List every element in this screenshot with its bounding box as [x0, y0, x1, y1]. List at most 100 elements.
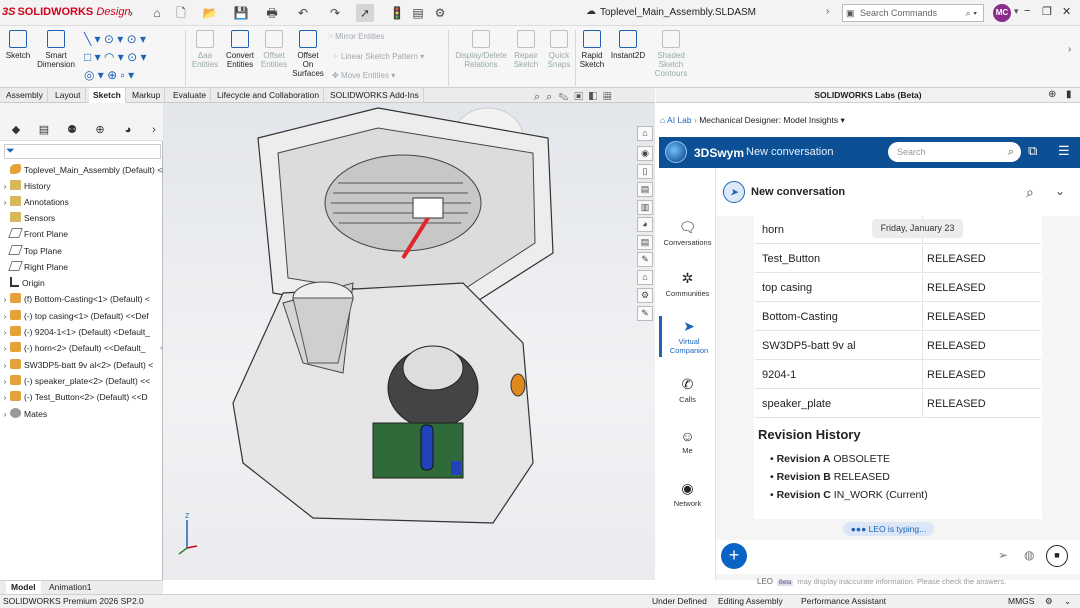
expand-chevron-icon[interactable]: › — [826, 6, 829, 17]
avatar-dropdown-icon[interactable]: ▾ — [1014, 6, 1019, 17]
tree-item-9204-1[interactable]: › (-) 9204-1<1> (Default) <Default_ — [0, 324, 163, 340]
search-commands-input[interactable]: ▣ Search Commands ⌕ ▾ — [842, 4, 984, 22]
hamburger-menu-icon[interactable]: ☰ — [1058, 143, 1070, 159]
feature-filter-input[interactable]: ⏷ — [4, 144, 161, 159]
panel-menu-icon[interactable]: ▮ — [1066, 89, 1072, 100]
file-properties-icon[interactable]: ▤ — [409, 4, 427, 22]
configuration-manager-tab-icon[interactable]: ⚉ — [64, 123, 80, 137]
tab-animation1[interactable]: Animation1 — [44, 581, 97, 594]
nav-virtual-companion[interactable]: ➤ Virtual Companion — [659, 316, 716, 357]
rebuild-icon[interactable]: 🚦 — [388, 4, 406, 22]
add-attachment-button[interactable]: + — [721, 543, 747, 569]
task-pane-design-library-icon[interactable]: ▤ — [637, 182, 653, 197]
previous-view-icon[interactable]: ✎ — [558, 91, 574, 103]
smart-dimension-button[interactable]: Smart Dimension — [36, 30, 76, 69]
task-pane-view-palette-icon[interactable]: ⌂ — [637, 270, 653, 285]
section-view-icon[interactable]: ▣ — [574, 91, 588, 103]
breadcrumb-model-insights[interactable]: Mechanical Designer: Model Insights — [699, 115, 838, 125]
tree-item-sensors[interactable]: Sensors — [0, 210, 163, 226]
instant2d-button[interactable]: Instant2D — [609, 30, 647, 60]
tab-layout[interactable]: Layout — [51, 88, 86, 103]
nav-network[interactable]: ◉ Network — [659, 480, 716, 508]
search-icon[interactable]: ⌕ — [1008, 142, 1014, 162]
display-manager-tab-icon[interactable]: ◕ — [120, 123, 136, 137]
menu-expand-icon[interactable]: › — [122, 4, 140, 22]
tab-lifecycle[interactable]: Lifecycle and Collaboration — [213, 88, 325, 103]
solidworks-logo[interactable]: 3S SOLIDWORKS Design — [2, 6, 131, 18]
ribbon-expand-icon[interactable]: › — [1068, 44, 1071, 55]
task-pane-home-icon[interactable]: ⌂ — [637, 126, 653, 141]
task-pane-forum-icon[interactable]: ✎ — [637, 252, 653, 267]
zoom-fit-icon[interactable]: ⌕ — [534, 91, 546, 103]
tree-item-test-button[interactable]: › (-) Test_Button<2> (Default) <<D — [0, 389, 163, 405]
breadcrumb-dropdown-icon[interactable]: ▾ — [841, 115, 845, 125]
globe-icon[interactable]: ◍ — [1024, 548, 1034, 562]
move-entities-button[interactable]: ✥ Move Entities ▾ — [332, 71, 395, 80]
tree-item-origin[interactable]: Origin — [0, 275, 163, 291]
performance-assistant[interactable]: Performance Assistant — [801, 594, 886, 608]
slot-icon[interactable]: ◎ ▾ ⊕ ▫ ▾ — [84, 66, 147, 84]
add-entities-button[interactable]: Δaa Entities — [190, 30, 220, 69]
tree-item-top-plane[interactable]: Top Plane — [0, 243, 163, 259]
line-icon[interactable]: ╲ ▾ ⊙ ▾ ⊙ ▾ — [84, 30, 147, 48]
chevron-down-icon[interactable]: ⌄ — [1055, 184, 1065, 198]
panel-collapse-icon[interactable]: ‹ — [160, 343, 163, 352]
minimize-icon[interactable]: − — [1024, 5, 1030, 17]
tree-item-horn[interactable]: › (-) horn<2> (Default) <<Default_ — [0, 340, 163, 356]
mirror-entities-button[interactable]: ⫶▫ Mirror Entities — [328, 32, 384, 42]
linear-sketch-pattern-button[interactable]: ⁘ Linear Sketch Pattern ▾ — [332, 52, 424, 61]
tree-item-annotations[interactable]: › Annotations — [0, 194, 163, 210]
tree-item-history[interactable]: › History — [0, 178, 163, 194]
sketch-button[interactable]: Sketch — [4, 30, 32, 60]
breadcrumb-ai-lab[interactable]: AI Lab — [667, 115, 692, 125]
view-orientation-icon[interactable]: ◧ — [589, 91, 603, 103]
quick-snaps-button[interactable]: Quick Snaps — [545, 30, 573, 69]
repair-sketch-button[interactable]: Repair Sketch — [512, 30, 540, 69]
user-avatar[interactable]: MC — [993, 4, 1011, 22]
task-pane-extra-icon[interactable]: ✎ — [637, 306, 653, 321]
print-icon[interactable]: 🖶 — [263, 4, 281, 22]
task-pane-labs-icon[interactable]: ⚙ — [637, 288, 653, 303]
offset-on-surfaces-button[interactable]: Offset On Surfaces — [292, 30, 324, 78]
task-pane-appearances-icon[interactable]: ◕ — [637, 217, 653, 232]
task-pane-3dexperience-icon[interactable]: ◉ — [637, 146, 653, 161]
home-icon[interactable]: ⌂ — [660, 115, 665, 125]
tree-item-right-plane[interactable]: Right Plane — [0, 259, 163, 275]
nav-me[interactable]: ☺ Me — [659, 428, 716, 455]
rectangle-icon[interactable]: □ ▾ ◠ ▾ ⊙ ▾ — [84, 48, 147, 66]
options-gear-icon[interactable]: ⚙ — [431, 4, 449, 22]
nav-conversations[interactable]: 🗨 Conversations — [659, 219, 716, 247]
search-icon[interactable]: ⌕ — [1026, 184, 1034, 201]
zoom-area-icon[interactable]: ⌕ — [546, 91, 558, 103]
tree-item-top-casing[interactable]: › (-) top casing<1> (Default) <<Def — [0, 308, 163, 324]
tree-item-mates[interactable]: › Mates — [0, 406, 163, 422]
task-pane-file-explorer-icon[interactable]: ▥ — [637, 200, 653, 215]
tree-item-front-plane[interactable]: Front Plane — [0, 226, 163, 242]
tree-root[interactable]: Toplevel_Main_Assembly (Default) <D — [0, 162, 163, 178]
tab-addins[interactable]: SOLIDWORKS Add-Ins — [326, 88, 424, 103]
status-more-icon[interactable]: ⌄ — [1064, 594, 1071, 608]
send-icon[interactable]: ➢ — [998, 548, 1008, 562]
tree-item-battery[interactable]: › SW3DP5-batt 9v al<2> (Default) < — [0, 357, 163, 373]
offset-entities-button[interactable]: Offset Entities — [259, 30, 289, 69]
display-style-icon[interactable]: ▦ — [603, 91, 617, 103]
property-manager-tab-icon[interactable]: ▤ — [36, 123, 52, 137]
sketch-entity-tools[interactable]: ╲ ▾ ⊙ ▾ ⊙ ▾ □ ▾ ◠ ▾ ⊙ ▾ ◎ ▾ ⊕ ▫ ▾ — [84, 30, 147, 84]
redo-icon[interactable]: ↷ — [326, 4, 344, 22]
tab-sketch[interactable]: Sketch — [89, 88, 126, 103]
units-selector[interactable]: MMGS — [1008, 594, 1034, 608]
save-icon[interactable]: 💾 — [232, 4, 250, 22]
search-icon[interactable]: ⌕ ▾ — [966, 5, 977, 21]
view-heads-up-toolbar[interactable]: ⌕⌕✎▣◧▦ — [534, 91, 618, 104]
tab-assembly[interactable]: Assembly — [2, 88, 48, 103]
tab-markup[interactable]: Markup — [128, 88, 166, 103]
rapid-sketch-button[interactable]: Rapid Sketch — [578, 30, 606, 69]
tree-item-bottom-casting[interactable]: › (f) Bottom-Casting<1> (Default) < — [0, 291, 163, 307]
open-icon[interactable]: 📂 — [201, 4, 219, 22]
tree-item-speaker-plate[interactable]: › (-) speaker_plate<2> (Default) << — [0, 373, 163, 389]
stop-button[interactable]: ■ — [1046, 545, 1068, 567]
task-pane-resources-icon[interactable]: ▯ — [637, 164, 653, 179]
display-delete-relations-button[interactable]: Display/Delete Relations — [452, 30, 510, 69]
task-pane-custom-properties-icon[interactable]: ▤ — [637, 235, 653, 250]
nav-communities[interactable]: ✲ Communities — [659, 270, 716, 298]
